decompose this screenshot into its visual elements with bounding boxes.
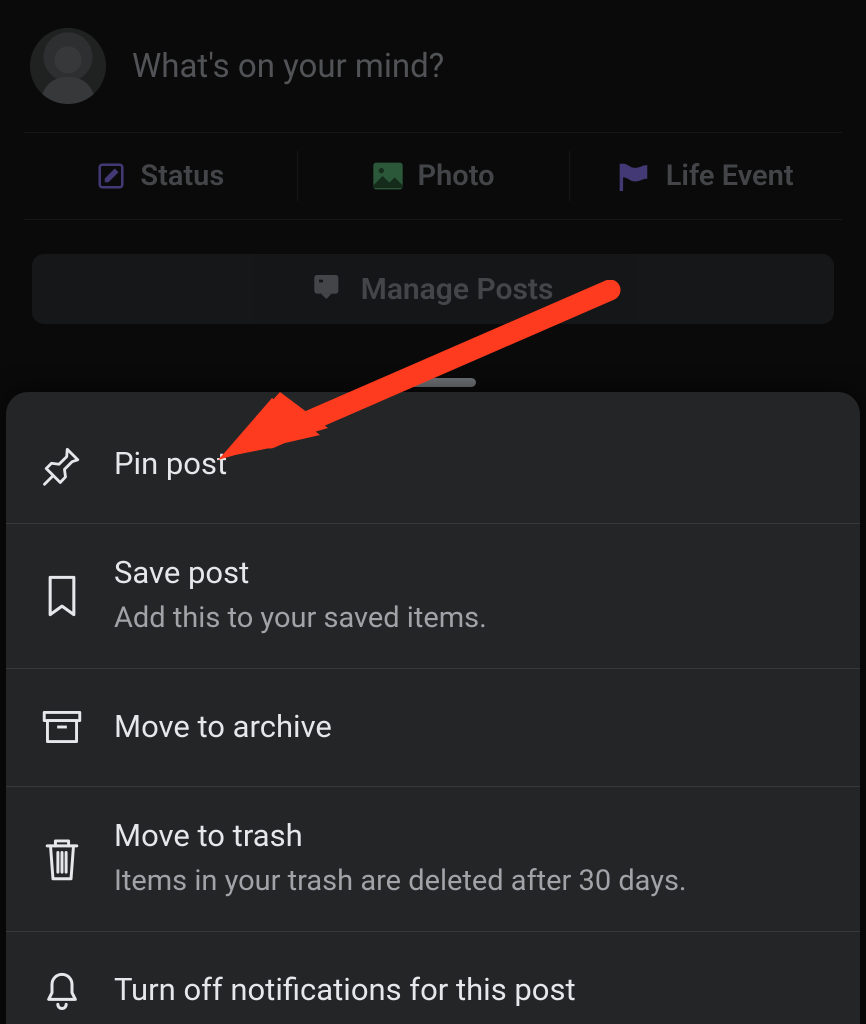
pencil-square-icon [96, 161, 126, 191]
trash-icon [40, 836, 84, 882]
action-sheet: Pin post Save post Add this to your save… [6, 392, 860, 1024]
status-label: Status [140, 159, 224, 193]
photo-button[interactable]: Photo [297, 133, 570, 219]
menu-item-subtitle: Items in your trash are deleted after 30… [114, 862, 687, 901]
bookmark-icon [40, 574, 84, 618]
menu-item-move-to-archive[interactable]: Move to archive [6, 669, 860, 787]
composer-area: What's on your mind? Status Photo [0, 0, 866, 324]
menu-item-turn-off-notifications[interactable]: Turn off notifications for this post [6, 932, 860, 1024]
manage-posts-label: Manage Posts [361, 272, 554, 307]
composer-placeholder: What's on your mind? [132, 47, 444, 86]
menu-item-save-post[interactable]: Save post Add this to your saved items. [6, 524, 860, 669]
photo-label: Photo [418, 159, 495, 193]
menu-item-title: Save post [114, 554, 487, 593]
menu-item-title: Turn off notifications for this post [114, 971, 576, 1010]
life-event-label: Life Event [666, 159, 794, 193]
menu-item-title: Move to trash [114, 817, 687, 856]
photo-icon [372, 161, 404, 191]
composer-input-row[interactable]: What's on your mind? [24, 20, 842, 132]
flag-icon [618, 161, 652, 191]
menu-item-title: Move to archive [114, 708, 332, 747]
sheet-grabber[interactable] [390, 378, 476, 387]
manage-posts-icon [313, 273, 345, 305]
menu-item-move-to-trash[interactable]: Move to trash Items in your trash are de… [6, 787, 860, 932]
menu-item-title: Pin post [114, 445, 227, 484]
status-button[interactable]: Status [24, 133, 297, 219]
action-sheet-menu: Pin post Save post Add this to your save… [6, 392, 860, 1024]
archive-icon [40, 708, 84, 746]
manage-posts-button[interactable]: Manage Posts [32, 254, 834, 324]
menu-item-subtitle: Add this to your saved items. [114, 599, 487, 638]
bell-off-icon [40, 969, 84, 1013]
life-event-button[interactable]: Life Event [569, 133, 842, 219]
avatar [30, 28, 106, 104]
avatar-silhouette-icon [34, 36, 102, 104]
pin-icon [40, 444, 84, 486]
composer-action-row: Status Photo Life Event [24, 132, 842, 220]
menu-item-pin-post[interactable]: Pin post [6, 406, 860, 524]
